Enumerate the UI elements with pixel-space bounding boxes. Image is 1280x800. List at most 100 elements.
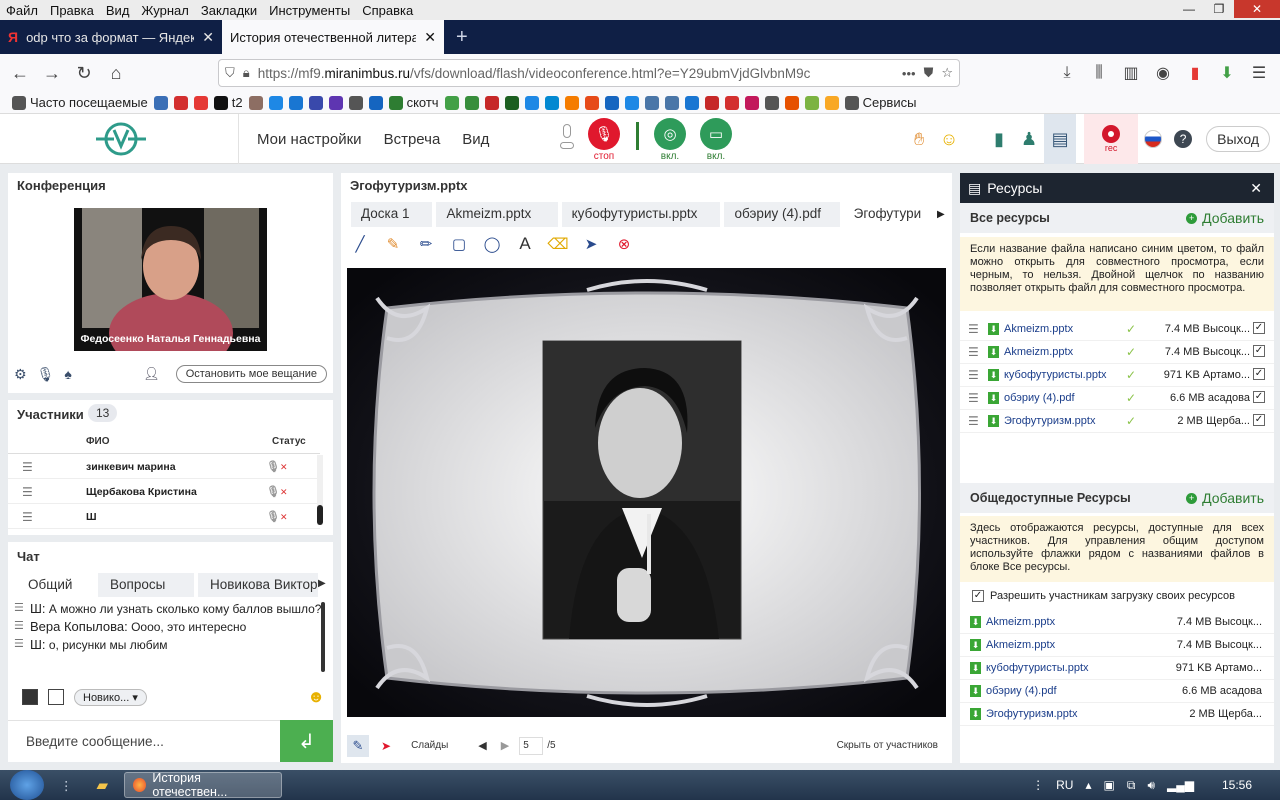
participant-row[interactable]: ☰ зинкевич марина 🎙︎✕	[8, 455, 320, 479]
slides-label[interactable]: Слайды	[411, 740, 448, 751]
raise-hand-icon[interactable]: ✋︎	[904, 114, 934, 164]
volume-icon[interactable]: 🔊︎	[1147, 778, 1155, 793]
message-menu-icon[interactable]: ☰	[14, 638, 24, 652]
public-access-checkbox[interactable]: ✓	[1253, 391, 1265, 403]
download-icon[interactable]: ⬇	[988, 323, 999, 335]
bookmark-item[interactable]	[704, 95, 719, 110]
slide-page-input[interactable]: 5	[519, 736, 544, 755]
doc-tabs-scroll-icon[interactable]: ▶	[937, 209, 945, 220]
file-name[interactable]: кубофутуристы.pptx	[1004, 369, 1107, 381]
bookmark-item[interactable]	[624, 95, 639, 110]
nav-view[interactable]: Вид	[462, 131, 489, 148]
nav-my-settings[interactable]: Мои настройки	[257, 131, 362, 148]
clear-tool-icon[interactable]: ⊗	[615, 235, 633, 253]
address-bar[interactable]: ⛉ 🔒︎ https://mf9.miranimbus.ru/vfs/downl…	[218, 59, 960, 87]
menu-bookmarks[interactable]: Закладки	[195, 3, 263, 18]
browser-tab-active[interactable]: История отечественной литерату ✕	[222, 20, 444, 54]
tab-close-icon[interactable]: ✕	[424, 29, 436, 46]
file-name[interactable]: Эгофутуризм.pptx	[986, 708, 1077, 720]
bookmark-item[interactable]	[664, 95, 679, 110]
file-name[interactable]: Akmeizm.pptx	[986, 616, 1055, 628]
account-icon[interactable]: ◉	[1152, 63, 1174, 83]
file-name[interactable]: Akmeizm.pptx	[1004, 323, 1073, 335]
webcam-button[interactable]: ◎ вкл.	[654, 118, 686, 162]
ellipse-tool-icon[interactable]: ◯	[483, 235, 501, 253]
eraser-tool-icon[interactable]: ⌫	[547, 235, 568, 253]
chat-tab-questions[interactable]: Вопросы	[98, 573, 194, 597]
explorer-icon[interactable]: ▰	[89, 772, 117, 798]
language-flag-icon[interactable]	[1138, 114, 1168, 164]
hide-from-participants-button[interactable]: Скрыть от участников	[837, 740, 938, 751]
allow-upload-option[interactable]: ✓ Разрешить участникам загрузку своих ре…	[972, 590, 1235, 602]
bookmark-item[interactable]	[348, 95, 363, 110]
participants-scrollbar[interactable]	[317, 455, 323, 525]
add-resource-button[interactable]: + Добавить	[1186, 210, 1264, 226]
bookmark-item[interactable]	[684, 95, 699, 110]
exit-button[interactable]: Выход	[1206, 126, 1270, 152]
browser-tab-yandex[interactable]: Я odp что за формат — Яндекс ✕	[0, 20, 222, 54]
more-icon[interactable]: •••	[902, 66, 916, 81]
slide-canvas[interactable]	[347, 268, 946, 717]
public-access-checkbox[interactable]: ✓	[1253, 414, 1265, 426]
bookmark-item[interactable]	[544, 95, 559, 110]
network-icon[interactable]: ▂▄▆	[1167, 778, 1194, 792]
menu-history[interactable]: Журнал	[135, 3, 194, 18]
drag-handle-icon[interactable]: ☰	[968, 391, 979, 405]
new-tab-icon[interactable]: +	[444, 20, 480, 54]
smiley-icon[interactable]: ☺	[934, 114, 964, 164]
message-menu-icon[interactable]: ☰	[14, 620, 24, 634]
forward-icon[interactable]: →	[36, 57, 68, 89]
bookmark-item[interactable]	[584, 95, 599, 110]
bookmark-item[interactable]	[644, 95, 659, 110]
mirapolis-logo-icon[interactable]	[94, 122, 148, 156]
pocket-icon[interactable]: ⛊	[924, 65, 934, 81]
download-icon[interactable]: ⤓	[1056, 64, 1078, 82]
prev-slide-icon[interactable]: ◀	[478, 739, 486, 752]
pointer-mode-icon[interactable]: ➤	[381, 739, 391, 753]
nav-meeting[interactable]: Встреча	[384, 131, 441, 148]
help-icon[interactable]: ?	[1168, 114, 1198, 164]
resource-file-row[interactable]: ⬇ обэриу (4).pdf 6.6 MB асадова	[960, 680, 1274, 703]
tray-app-icon[interactable]: ▣	[1104, 778, 1115, 792]
bookmark-item[interactable]: t2	[213, 95, 243, 110]
column-status[interactable]: Статус	[272, 436, 306, 447]
mic-button[interactable]: 🎙︎ стоп	[588, 118, 620, 162]
resource-file-row[interactable]: ⬇ Akmeizm.pptx 7.4 MB Высоцк...	[960, 611, 1274, 634]
menu-help[interactable]: Справка	[356, 3, 419, 18]
user-add-icon[interactable]: ♟	[1014, 114, 1044, 164]
allow-upload-checkbox[interactable]: ✓	[972, 590, 984, 602]
stop-broadcast-button[interactable]: Остановить мое вещание	[175, 365, 327, 383]
file-name[interactable]: обэриу (4).pdf	[986, 685, 1057, 697]
bookmark-item[interactable]	[744, 95, 759, 110]
record-button[interactable]: rec	[1084, 114, 1139, 164]
bookmark-item[interactable]	[764, 95, 779, 110]
bookmark-item[interactable]	[464, 95, 479, 110]
drag-handle-icon[interactable]: ☰	[968, 368, 979, 382]
chat-scrollbar[interactable]	[321, 602, 325, 672]
download-icon[interactable]: ⬇	[970, 616, 981, 628]
extension-download-icon[interactable]: ⬇	[1216, 63, 1238, 83]
text-color-icon[interactable]	[22, 689, 38, 705]
tray-device-icon[interactable]: ⧉	[1127, 778, 1136, 793]
bookmark-item[interactable]	[328, 95, 343, 110]
bookmark-item[interactable]	[444, 95, 459, 110]
download-icon[interactable]: ⬇	[988, 392, 999, 404]
resource-file-row[interactable]: ⬇ Akmeizm.pptx 7.4 MB Высоцк...	[960, 634, 1274, 657]
bookmark-item[interactable]	[564, 95, 579, 110]
file-name[interactable]: Akmeizm.pptx	[1004, 346, 1073, 358]
download-icon[interactable]: ⬇	[988, 369, 999, 381]
resource-file-row[interactable]: ⬇ кубофутуристы.pptx 971 KB Артамо...	[960, 657, 1274, 680]
tab-close-icon[interactable]: ✕	[202, 29, 214, 46]
language-indicator[interactable]: RU	[1056, 778, 1073, 792]
public-access-checkbox[interactable]: ✓	[1253, 322, 1265, 334]
resource-file-row[interactable]: ☰ ⬇ Эгофутуризм.pptx ✓ 2 MB Щерба... ✓	[960, 410, 1274, 433]
bookmark-item[interactable]	[173, 95, 188, 110]
add-public-resource-button[interactable]: + Добавить	[1186, 490, 1264, 506]
doc-tab-akmeizm[interactable]: Akmeizm.pptx	[436, 202, 558, 227]
close-icon[interactable]: ✕	[1250, 180, 1262, 197]
line-tool-icon[interactable]: ╱	[351, 235, 369, 253]
chat-tab-private[interactable]: Новикова Виктор	[198, 573, 318, 597]
drag-handle-icon[interactable]: ☰	[968, 322, 979, 336]
start-button-icon[interactable]	[10, 770, 44, 800]
star-icon[interactable]: ☆	[941, 65, 953, 81]
